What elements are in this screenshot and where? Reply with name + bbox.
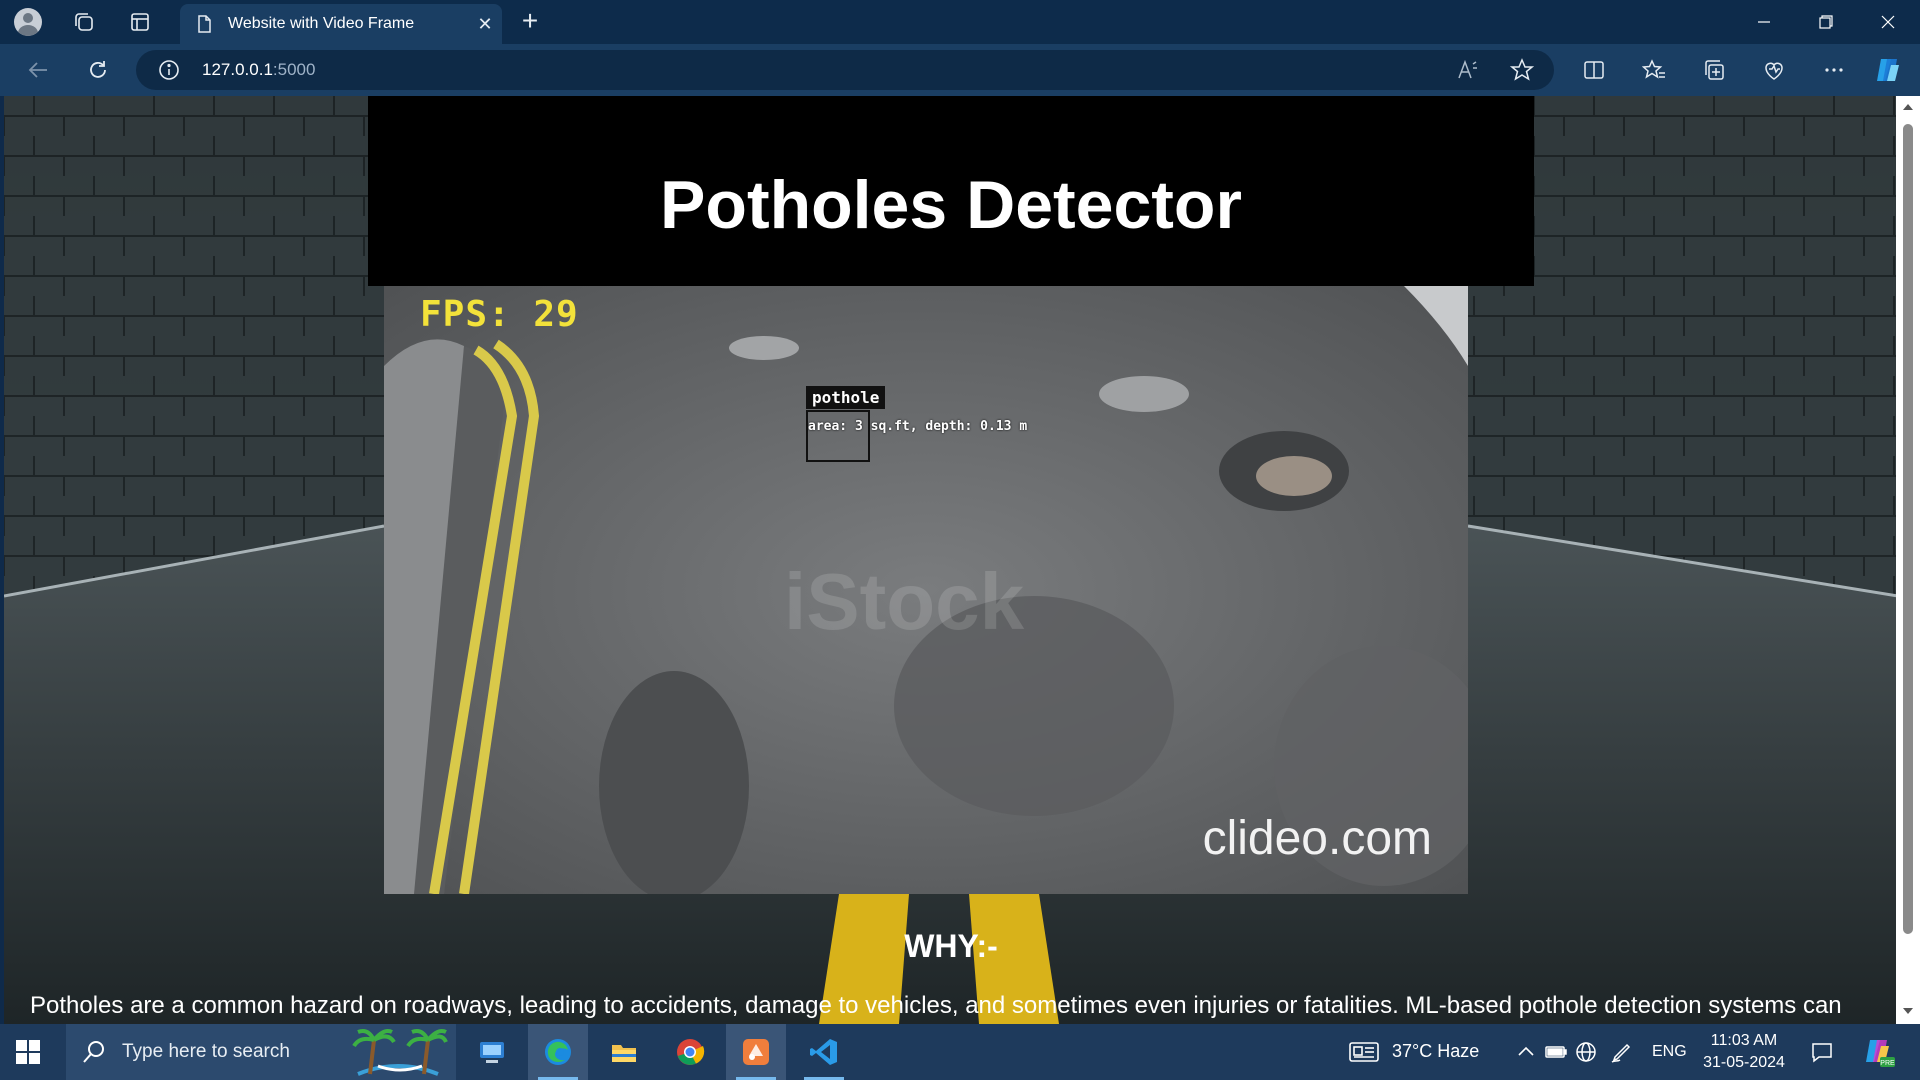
tab-active[interactable]: Website with Video Frame ✕ — [180, 4, 502, 44]
clock-time: 11:03 AM — [1710, 1032, 1778, 1049]
taskbar-search-box[interactable]: Type here to search — [66, 1024, 456, 1080]
taskbar-app-file-explorer[interactable] — [594, 1024, 654, 1080]
favorites-icon[interactable] — [1638, 54, 1670, 86]
pen-icon[interactable] — [1610, 1040, 1634, 1064]
page-viewport: Potholes Detector iStock FPS: 29 pothole… — [4, 96, 1898, 1024]
taskbar-app-sublime[interactable] — [726, 1024, 786, 1080]
notifications-icon[interactable] — [1810, 1040, 1834, 1064]
windows-taskbar: Type here to search 37°C Haze ENG 11:03 … — [0, 1024, 1920, 1080]
clock-date: 31-05-2024 — [1703, 1054, 1785, 1071]
fps-counter: FPS: 29 — [420, 294, 579, 335]
close-window-icon[interactable] — [1858, 0, 1918, 44]
minimize-icon[interactable] — [1734, 0, 1794, 44]
browser-toolbar: 127.0.0.1:5000 — [0, 44, 1920, 96]
tab-title: Website with Video Frame — [228, 15, 415, 32]
detection-bounding-box — [806, 410, 870, 462]
read-aloud-icon[interactable] — [1452, 54, 1484, 86]
search-icon — [83, 1041, 104, 1063]
site-info-icon[interactable] — [158, 59, 180, 81]
refresh-icon[interactable] — [82, 54, 114, 86]
restore-icon[interactable] — [1796, 0, 1856, 44]
windows-start-icon[interactable] — [14, 1038, 42, 1066]
url-text: 127.0.0.1:5000 — [202, 60, 316, 79]
language-indicator[interactable]: ENG — [1652, 1043, 1687, 1061]
taskbar-app-edge[interactable] — [528, 1024, 588, 1080]
video-watermark: clideo.com — [1202, 812, 1432, 865]
page-scrollbar[interactable] — [1896, 96, 1920, 1024]
video-frame: iStock FPS: 29 pothole area: 3 sq.ft, de… — [384, 286, 1468, 894]
close-tab-icon[interactable]: ✕ — [468, 7, 502, 41]
battery-icon[interactable] — [1544, 1040, 1568, 1064]
weather-text[interactable]: 37°C Haze — [1392, 1041, 1479, 1062]
workspaces-icon[interactable] — [68, 6, 100, 38]
page-title: Potholes Detector — [660, 167, 1242, 243]
why-paragraph: Potholes are a common hazard on roadways… — [30, 992, 1842, 1019]
stock-watermark: iStock — [784, 557, 1025, 646]
detection-label: pothole — [806, 386, 886, 409]
browser-essentials-icon[interactable] — [1758, 54, 1790, 86]
why-heading: WHY:- — [904, 928, 998, 964]
taskbar-app-desktop[interactable] — [462, 1024, 522, 1080]
svg-text:PRE: PRE — [1880, 1060, 1895, 1067]
network-globe-icon[interactable] — [1574, 1040, 1598, 1064]
page-icon — [198, 15, 211, 33]
show-hidden-icons-icon[interactable] — [1514, 1040, 1538, 1064]
profile-avatar-icon[interactable] — [12, 6, 44, 38]
search-highlight-art-icon — [352, 1029, 448, 1076]
search-placeholder: Type here to search — [122, 1041, 290, 1062]
detection-info: area: 3 sq.ft, depth: 0.13 m — [808, 419, 1028, 434]
news-widget-icon[interactable] — [1348, 1040, 1380, 1064]
scroll-down-icon[interactable] — [1902, 1006, 1914, 1016]
collections-icon[interactable] — [1698, 54, 1730, 86]
tab-actions-icon[interactable] — [124, 6, 156, 38]
taskbar-clock[interactable]: 11:03 AM 31-05-2024 — [1700, 1030, 1788, 1074]
back-arrow-icon[interactable] — [22, 54, 54, 86]
address-bar[interactable]: 127.0.0.1:5000 — [136, 50, 1554, 90]
copilot-icon[interactable] — [1872, 54, 1904, 86]
split-screen-icon[interactable] — [1578, 54, 1610, 86]
taskbar-app-vscode[interactable] — [794, 1024, 854, 1080]
more-options-icon[interactable] — [1818, 54, 1850, 86]
scroll-up-icon[interactable] — [1902, 102, 1914, 112]
scroll-thumb[interactable] — [1903, 124, 1913, 934]
browser-title-bar: Website with Video Frame ✕ + — [0, 0, 1920, 44]
copilot-pre-icon[interactable]: PRE — [1862, 1035, 1896, 1069]
add-favorite-star-icon[interactable] — [1506, 54, 1538, 86]
new-tab-button[interactable]: + — [514, 6, 546, 38]
taskbar-app-chrome[interactable] — [660, 1024, 720, 1080]
